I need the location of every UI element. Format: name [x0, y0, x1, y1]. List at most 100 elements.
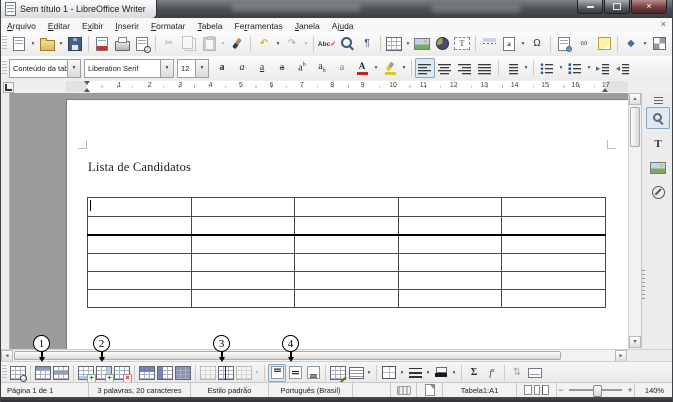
strikethrough-icon[interactable]: a [272, 58, 292, 78]
table-cell[interactable] [295, 254, 399, 272]
insert-field-icon[interactable]: a [499, 34, 519, 54]
paragraph-style-combo[interactable]: Conteúdo da tabela ▾ [9, 59, 81, 78]
comment-icon[interactable] [594, 34, 614, 54]
decrease-indent-icon[interactable] [613, 58, 633, 78]
menu-arquivo[interactable]: Arquivo [1, 21, 42, 31]
table-cell[interactable] [398, 235, 502, 254]
clear-formatting-icon[interactable]: a [332, 58, 352, 78]
menu-editar[interactable]: Editar [42, 21, 76, 31]
undo-dropdown[interactable]: ▾ [274, 35, 282, 53]
table-cell[interactable] [398, 198, 502, 217]
open-dropdown[interactable]: ▾ [57, 35, 65, 53]
paste-dropdown[interactable]: ▾ [219, 35, 227, 53]
superscript-icon[interactable]: ab [292, 58, 312, 78]
scroll-up-button[interactable]: ▲ [629, 93, 641, 105]
open-icon[interactable] [37, 34, 57, 54]
properties-icon[interactable] [646, 107, 670, 129]
status-word-count[interactable]: 3 palavras, 20 caracteres [89, 383, 191, 397]
table-cell[interactable] [88, 217, 192, 236]
table-cell[interactable] [502, 235, 606, 254]
new-document-icon[interactable] [9, 34, 29, 54]
zoom-slider-track[interactable] [569, 389, 623, 391]
highlight-color-dropdown[interactable]: ▾ [400, 59, 408, 77]
table-cell[interactable] [88, 254, 192, 272]
align-right-icon[interactable] [455, 58, 475, 78]
view-book-icon[interactable] [542, 385, 549, 395]
select-column-icon[interactable] [156, 364, 174, 382]
document-heading[interactable]: Lista de Candidatos [88, 160, 191, 175]
hyperlink-icon[interactable] [554, 34, 574, 54]
table-cell[interactable] [191, 235, 295, 254]
table-cell[interactable] [88, 198, 192, 217]
minimize-button[interactable] [577, 0, 603, 14]
table-cell[interactable] [398, 272, 502, 290]
font-color-icon[interactable]: A [352, 58, 372, 78]
justify-icon[interactable] [475, 58, 495, 78]
close-document-button[interactable]: × [661, 20, 666, 29]
table-cell[interactable] [295, 272, 399, 290]
insert-chart-icon[interactable] [432, 34, 452, 54]
optimize-size-dropdown[interactable]: ▾ [253, 364, 261, 382]
sidebar-splitter[interactable] [642, 270, 645, 300]
sum-icon[interactable]: Σ [465, 364, 483, 382]
border-style-icon[interactable] [406, 364, 424, 382]
shapes-icon[interactable]: ◆ [621, 34, 641, 54]
selection-mode-icon[interactable] [391, 383, 417, 397]
menu-tabela[interactable]: Tabela [191, 21, 228, 31]
zoom-in-button[interactable]: + [626, 385, 634, 395]
horizontal-scrollbar[interactable]: ◄ ► [1, 349, 628, 361]
borders-icon[interactable] [380, 364, 398, 382]
document-table[interactable] [87, 197, 606, 308]
table-cell[interactable] [295, 198, 399, 217]
document-page[interactable]: Lista de Candidatos [66, 99, 628, 349]
shapes-dropdown[interactable]: ▾ [641, 35, 649, 53]
new-document-dropdown[interactable]: ▾ [29, 35, 37, 53]
border-color-dropdown[interactable]: ▾ [450, 364, 458, 382]
font-color-dropdown[interactable]: ▾ [372, 59, 380, 77]
save-icon[interactable] [65, 34, 85, 54]
bold-icon[interactable]: a [212, 58, 232, 78]
toolbar-grip[interactable] [2, 61, 7, 76]
print-icon[interactable] [112, 34, 132, 54]
insert-row-above-icon[interactable] [34, 364, 52, 382]
table-cell[interactable] [191, 272, 295, 290]
bullet-list-dropdown[interactable]: ▾ [557, 59, 565, 77]
toolbar-grip[interactable] [2, 36, 7, 51]
table-cell[interactable] [502, 198, 606, 217]
zoom-percentage[interactable]: 140% [635, 383, 673, 397]
formula-icon[interactable]: fx [483, 364, 501, 382]
highlight-color-icon[interactable] [380, 58, 400, 78]
center-vertically-icon[interactable] [286, 364, 304, 382]
view-single-page-icon[interactable] [524, 385, 532, 395]
indent-marker-left[interactable] [84, 81, 90, 85]
menu-janela[interactable]: Janela [289, 21, 326, 31]
table-cell[interactable] [191, 217, 295, 236]
table-properties-icon[interactable] [329, 364, 347, 382]
table-cell[interactable] [502, 254, 606, 272]
table-cell[interactable] [398, 217, 502, 236]
increase-indent-icon[interactable] [593, 58, 613, 78]
line-spacing-icon[interactable] [502, 58, 522, 78]
menu-ajuda[interactable]: Ajuda [326, 21, 360, 31]
clone-formatting-icon[interactable] [227, 34, 247, 54]
spelling-icon[interactable]: Abc✓ [317, 34, 337, 54]
align-center-icon[interactable] [435, 58, 455, 78]
insert-field-dropdown[interactable]: ▾ [519, 35, 527, 53]
borders-dropdown[interactable]: ▾ [398, 364, 406, 382]
table-cell[interactable] [88, 235, 192, 254]
font-size-combo[interactable]: 12 ▾ [177, 59, 209, 78]
table-cell[interactable] [502, 290, 606, 308]
cross-reference-icon[interactable]: ∞ [574, 34, 594, 54]
vertical-scroll-thumb[interactable] [630, 107, 640, 147]
numbered-list-icon[interactable] [565, 58, 585, 78]
row-height-dropdown[interactable]: ▾ [365, 364, 373, 382]
chevron-down-icon[interactable]: ▾ [67, 60, 80, 77]
scroll-down-button[interactable]: ▼ [629, 336, 641, 348]
toolbar-grip[interactable] [2, 365, 7, 380]
insert-textbox-icon[interactable]: T [452, 34, 472, 54]
undo-icon[interactable]: ↶ [254, 34, 274, 54]
redo-dropdown[interactable]: ▾ [302, 35, 310, 53]
zoom-slider-thumb[interactable] [593, 385, 602, 397]
indent-marker-right[interactable] [602, 88, 608, 92]
document-modified-icon[interactable] [417, 383, 443, 397]
